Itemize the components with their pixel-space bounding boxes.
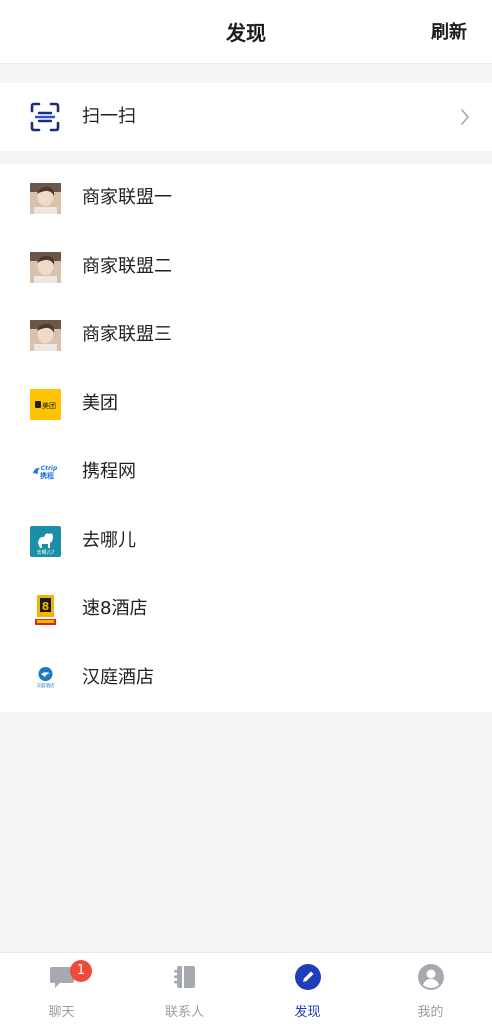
unread-badge: 1	[70, 960, 92, 982]
page-title: 发现	[226, 21, 266, 45]
avatar-photo	[30, 320, 61, 351]
tab-profile[interactable]: 我的	[369, 953, 492, 1024]
list-item-label: 商家联盟二	[82, 255, 172, 277]
tab-chat[interactable]: 1 聊天	[0, 953, 123, 1024]
avatar-photo	[30, 183, 61, 214]
list-item-label: 商家联盟一	[82, 187, 172, 208]
ctrip-logo: Ctrip 携程	[30, 457, 61, 488]
super8-logo: 8	[30, 594, 61, 625]
list-item-label: 汉庭酒店	[82, 666, 154, 688]
list-item-merchant-alliance-1[interactable]: 商家联盟一	[0, 164, 492, 233]
tab-contacts[interactable]: 联系人	[123, 953, 246, 1024]
bottom-tab-bar: 1 聊天 联系人 发现 我的	[0, 952, 492, 1024]
list-item-label: 去哪儿	[82, 529, 136, 551]
tab-label: 我的	[417, 1005, 444, 1020]
discover-icon	[294, 964, 321, 990]
hanting-logo: 汉庭酒店	[30, 662, 61, 694]
contacts-icon	[173, 966, 195, 988]
list-item-super8[interactable]: 8 速8酒店	[0, 575, 492, 644]
tab-label: 聊天	[48, 1005, 75, 1020]
list-item-hanting[interactable]: 汉庭酒店 汉庭酒店	[0, 644, 492, 713]
tab-discover[interactable]: 发现	[246, 953, 369, 1024]
list-item-label: 商家联盟三	[82, 324, 172, 345]
svg-text:携程: 携程	[40, 471, 54, 480]
tab-label: 发现	[294, 1005, 321, 1020]
list-item-label: 速8酒店	[82, 598, 148, 619]
scan-icon	[30, 102, 60, 132]
svg-text:汉庭酒店: 汉庭酒店	[37, 682, 55, 689]
svg-text:8: 8	[42, 600, 50, 613]
profile-icon	[417, 964, 444, 990]
list-item-qunar[interactable]: 去哪儿? 去哪儿	[0, 507, 492, 576]
discover-list: 商家联盟一 商家联盟二 商家联盟三 美团 美团 Ctrip 携程 携程网 去哪儿…	[0, 164, 492, 712]
list-item-label: 美团	[82, 392, 118, 414]
scan-row[interactable]: 扫一扫	[0, 83, 492, 151]
meituan-logo: 美团	[30, 388, 61, 420]
list-item-label: 携程网	[82, 461, 136, 482]
chevron-right-icon	[461, 109, 469, 125]
svg-text:Ctrip: Ctrip	[41, 465, 58, 472]
svg-text:美团: 美团	[42, 401, 56, 410]
list-item-ctrip[interactable]: Ctrip 携程 携程网	[0, 438, 492, 507]
refresh-button[interactable]: 刷新	[431, 0, 467, 64]
header-bar: 发现 刷新	[0, 0, 492, 64]
list-item-meituan[interactable]: 美团 美团	[0, 370, 492, 439]
list-item-merchant-alliance-2[interactable]: 商家联盟二	[0, 233, 492, 302]
list-item-merchant-alliance-3[interactable]: 商家联盟三	[0, 301, 492, 370]
scan-label: 扫一扫	[82, 106, 136, 127]
avatar-photo	[30, 251, 61, 283]
svg-text:去哪儿?: 去哪儿?	[37, 549, 55, 556]
tab-label: 联系人	[164, 1005, 204, 1020]
qunar-logo: 去哪儿?	[30, 525, 61, 557]
